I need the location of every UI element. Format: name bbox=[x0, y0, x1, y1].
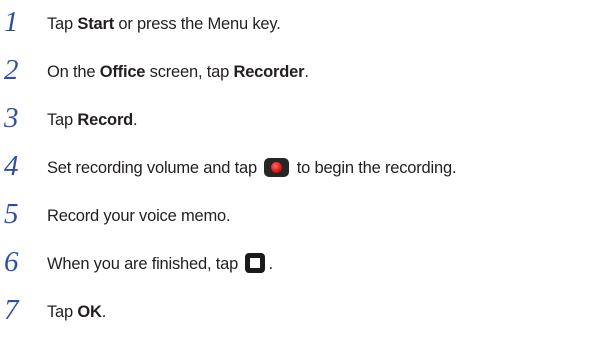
step-number: 2 bbox=[4, 54, 19, 86]
step-text-part: or press the Menu key. bbox=[113, 15, 281, 33]
step-text-part: screen, tap bbox=[145, 63, 234, 81]
step-text-part: When you are finished, tap bbox=[47, 255, 243, 273]
ui-term-ok: OK bbox=[77, 303, 102, 321]
step-number: 5 bbox=[4, 198, 19, 230]
step-text: Set recording volume and tap to begin th… bbox=[47, 157, 457, 179]
step-text-part: Set recording volume and tap bbox=[47, 159, 262, 177]
step-4: 4 Set recording volume and tap to begin … bbox=[0, 148, 604, 188]
step-text: Tap Record. bbox=[47, 109, 138, 131]
step-text-part: Tap bbox=[47, 303, 78, 321]
step-1: 1 Tap Start or press the Menu key. bbox=[0, 4, 604, 44]
step-text: On the Office screen, tap Recorder. bbox=[47, 61, 309, 83]
step-2: 2 On the Office screen, tap Recorder. bbox=[0, 52, 604, 92]
step-7: 7 Tap OK. bbox=[0, 292, 604, 332]
record-icon bbox=[264, 158, 290, 177]
ui-term-record: Record bbox=[77, 111, 134, 129]
ui-term-recorder: Recorder bbox=[233, 63, 305, 81]
step-text: Tap Start or press the Menu key. bbox=[47, 13, 281, 35]
ui-term-office: Office bbox=[99, 63, 146, 81]
step-number: 1 bbox=[4, 6, 19, 38]
step-text-part: Tap bbox=[47, 111, 78, 129]
step-number: 3 bbox=[4, 102, 19, 134]
step-text-part: On the bbox=[47, 63, 100, 81]
step-6: 6 When you are finished, tap . bbox=[0, 244, 604, 284]
stop-icon bbox=[245, 253, 266, 273]
step-text: When you are finished, tap . bbox=[47, 253, 273, 275]
step-text-part: to begin the recording. bbox=[292, 159, 457, 177]
step-text: Record your voice memo. bbox=[47, 205, 231, 227]
step-text-part: . bbox=[268, 255, 273, 273]
step-number: 6 bbox=[4, 246, 19, 278]
step-5: 5 Record your voice memo. bbox=[0, 196, 604, 236]
step-text-part: . bbox=[101, 303, 107, 321]
step-number: 4 bbox=[4, 150, 19, 182]
step-text-part: . bbox=[304, 63, 309, 81]
step-text-part: . bbox=[133, 111, 138, 129]
step-text-part: Record your voice memo. bbox=[47, 207, 231, 225]
step-text: Tap OK. bbox=[47, 301, 106, 323]
step-3: 3 Tap Record. bbox=[0, 100, 604, 140]
step-text-part: Tap bbox=[47, 15, 78, 33]
step-number: 7 bbox=[4, 294, 19, 326]
ui-term-start: Start bbox=[77, 15, 114, 33]
instruction-steps: 1 Tap Start or press the Menu key. 2 On … bbox=[0, 0, 604, 350]
